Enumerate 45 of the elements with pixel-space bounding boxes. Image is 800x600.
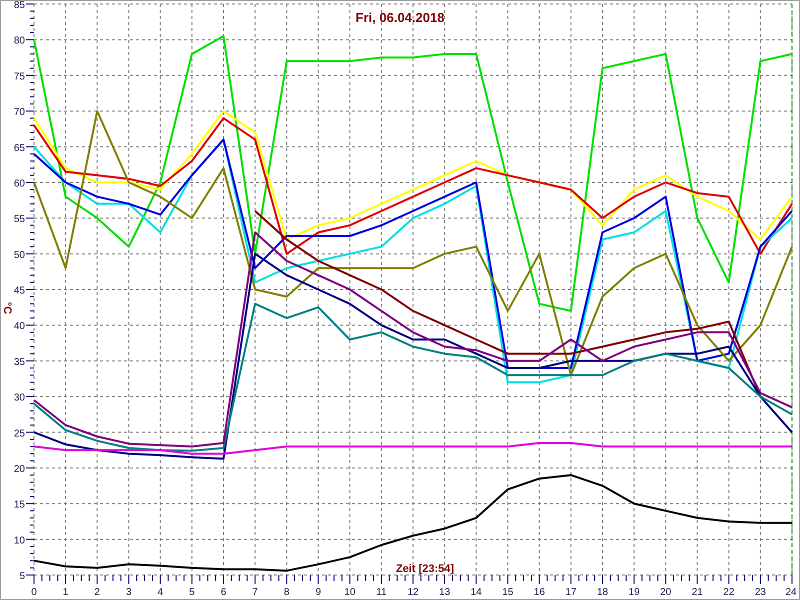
tick-label: 65 bbox=[14, 142, 25, 154]
tick-label: 60 bbox=[14, 178, 25, 190]
tick-label: 15 bbox=[502, 587, 514, 598]
tick-label: 11 bbox=[376, 587, 387, 598]
tick-label: 55 bbox=[14, 214, 25, 226]
tick-label: 4 bbox=[158, 587, 164, 598]
chart-title: Fri, 06.04.2018 bbox=[356, 10, 444, 25]
tick-label: 3 bbox=[126, 587, 132, 598]
tick-label: 24 bbox=[785, 587, 797, 598]
tick-label: 10 bbox=[344, 587, 356, 598]
tick-label: 5 bbox=[189, 587, 195, 598]
tick-label: 45 bbox=[14, 286, 25, 296]
tick-label: 80 bbox=[14, 36, 25, 47]
tick-label: 7 bbox=[252, 587, 258, 598]
tick-label: 0 bbox=[31, 587, 37, 598]
tick-label: 13 bbox=[439, 587, 450, 598]
tick-label: 50 bbox=[14, 250, 25, 261]
tick-label: 25 bbox=[14, 428, 25, 440]
tick-label: 15 bbox=[14, 500, 25, 511]
tick-label: 30 bbox=[14, 392, 25, 404]
tick-label: 20 bbox=[660, 587, 672, 598]
tick-label: 9 bbox=[315, 587, 322, 598]
tick-label: 22 bbox=[723, 587, 734, 598]
tick-label: 6 bbox=[220, 587, 226, 598]
tick-label: 2 bbox=[94, 587, 100, 598]
tick-label: 75 bbox=[14, 71, 25, 82]
x-axis-title: Zeit [23:54] bbox=[396, 563, 454, 575]
tick-label: 23 bbox=[754, 587, 766, 598]
tick-label: 18 bbox=[596, 587, 608, 598]
tick-label: 35 bbox=[14, 356, 25, 368]
tick-label: 1 bbox=[62, 587, 68, 598]
tick-label: 85 bbox=[14, 1, 25, 11]
tick-label: 5 bbox=[19, 571, 25, 582]
tick-label: 17 bbox=[565, 587, 576, 598]
tick-label: 12 bbox=[407, 587, 419, 598]
tick-label: 8 bbox=[284, 587, 290, 598]
tick-label: 16 bbox=[534, 587, 545, 598]
tick-label: 10 bbox=[14, 535, 25, 546]
tick-label: 19 bbox=[628, 587, 640, 598]
tick-label: 21 bbox=[692, 587, 703, 598]
tick-label: 40 bbox=[14, 321, 25, 332]
tick-label: 70 bbox=[14, 107, 25, 118]
tick-label: 20 bbox=[14, 464, 25, 475]
y-axis-title: °C bbox=[1, 302, 13, 314]
tick-label: 14 bbox=[470, 587, 482, 598]
